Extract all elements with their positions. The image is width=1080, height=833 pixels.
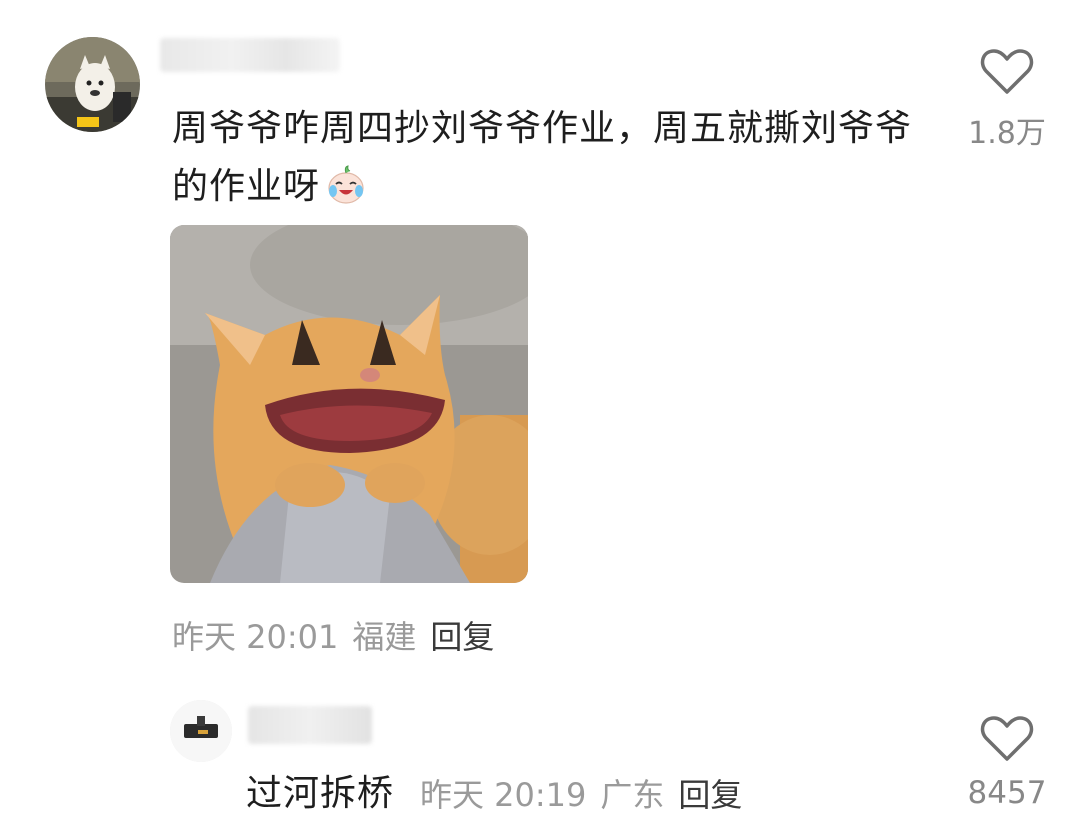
reply-like-count: 8457 — [967, 775, 1047, 811]
crying-laughing-emoji-icon — [324, 162, 368, 206]
reply-body: 过河拆桥 — [246, 773, 395, 814]
commenter-name-blurred[interactable] — [160, 38, 340, 72]
reply-time: 昨天 20:19 — [420, 776, 587, 814]
heart-outline-icon — [980, 716, 1034, 761]
commenter-avatar[interactable] — [45, 37, 140, 132]
reply-reply-button[interactable]: 回复 — [678, 776, 742, 814]
reply-location: 广东 — [600, 776, 665, 814]
comment-image-screaming-cat[interactable] — [170, 225, 528, 583]
comment-body: 周爷爷咋周四抄刘爷爷作业，周五就撕刘爷爷的作业呀 — [172, 108, 913, 207]
replier-avatar[interactable] — [170, 700, 232, 762]
reply-button[interactable]: 回复 — [430, 618, 494, 656]
comment-text: 周爷爷咋周四抄刘爷爷作业，周五就撕刘爷爷的作业呀 — [172, 100, 932, 216]
comment-meta: 昨天 20:01 福建 回复 — [172, 612, 508, 658]
replier-name-blurred[interactable] — [248, 706, 372, 744]
reply-like-button[interactable]: 8457 — [957, 715, 1057, 811]
like-count: 1.8万 — [968, 116, 1046, 151]
like-button[interactable]: 1.8万 — [957, 48, 1057, 152]
heart-outline-icon — [980, 49, 1034, 94]
reply-meta: 昨天 20:19 广东 回复 — [420, 770, 756, 816]
comment-location: 福建 — [352, 618, 417, 656]
comment-time: 昨天 20:01 — [172, 618, 339, 656]
